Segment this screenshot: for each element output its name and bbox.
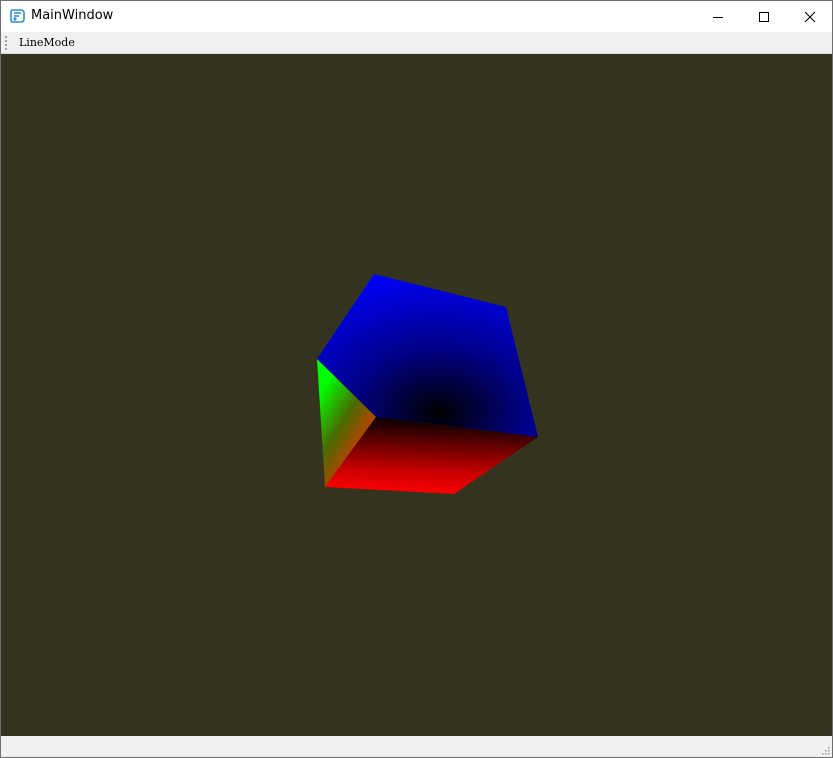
rgb-cube — [317, 274, 538, 494]
maximize-icon — [759, 11, 769, 22]
window-title: MainWindow — [31, 8, 114, 23]
close-icon — [804, 11, 816, 22]
app-icon — [10, 9, 25, 23]
title-bar[interactable]: MainWindow — [1, 1, 832, 32]
maximize-button[interactable] — [741, 1, 787, 32]
main-window: MainWindow LineMode — [0, 0, 833, 758]
toolbar: LineMode — [1, 32, 832, 54]
minimize-button[interactable] — [695, 1, 741, 32]
close-button[interactable] — [787, 1, 833, 32]
opengl-viewport[interactable] — [1, 54, 832, 736]
status-bar — [1, 736, 832, 757]
size-grip-icon[interactable] — [820, 745, 830, 755]
toolbar-grip-icon[interactable] — [4, 35, 8, 50]
linemode-button[interactable]: LineMode — [15, 33, 79, 52]
minimize-icon — [713, 16, 723, 18]
